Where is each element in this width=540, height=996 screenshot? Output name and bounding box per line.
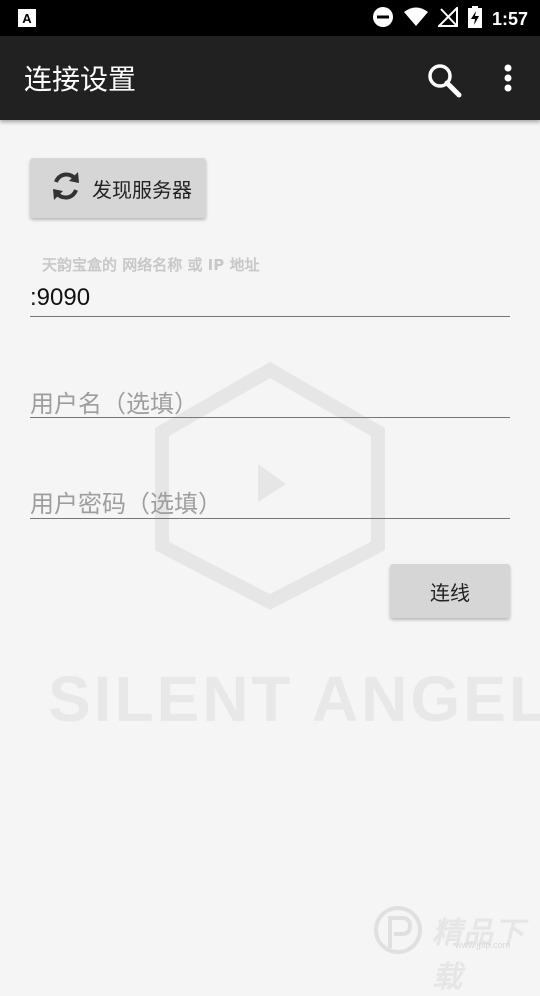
server-address-label: 天韵宝盒的 网络名称 或 IP 地址 [42,256,260,274]
site-watermark-url: www.jplp.com [455,940,511,950]
username-input[interactable]: 用户名（选填） [30,384,198,419]
no-signal-icon [436,5,458,31]
password-input[interactable]: 用户密码（选填） [30,484,222,519]
do-not-disturb-icon [372,6,394,32]
app-bar: 连接设置 [0,36,540,120]
search-icon[interactable] [424,60,464,100]
watermark-logo [155,361,385,610]
watermark-brand-text: SILENT ANGEL [48,663,540,735]
refresh-icon [48,168,84,208]
connect-button[interactable]: 连线 [390,564,510,618]
username-underline [30,417,510,418]
discover-server-label: 发现服务器 [92,177,192,202]
discover-server-button[interactable]: 发现服务器 [30,158,206,218]
page-title: 连接设置 [24,63,137,96]
site-watermark-text: 精品下载 [432,916,525,995]
password-underline [30,518,510,519]
svg-text:A: A [22,11,32,26]
battery-charging-icon [467,6,482,32]
app-a-icon: A [18,9,36,31]
status-bar: A 1:57 [0,0,540,36]
wifi-icon [403,7,428,31]
server-address-underline [30,316,510,317]
more-vert-icon[interactable] [490,60,526,100]
server-address-input[interactable]: :9090 [30,284,90,312]
status-time: 1:57 [491,8,528,29]
